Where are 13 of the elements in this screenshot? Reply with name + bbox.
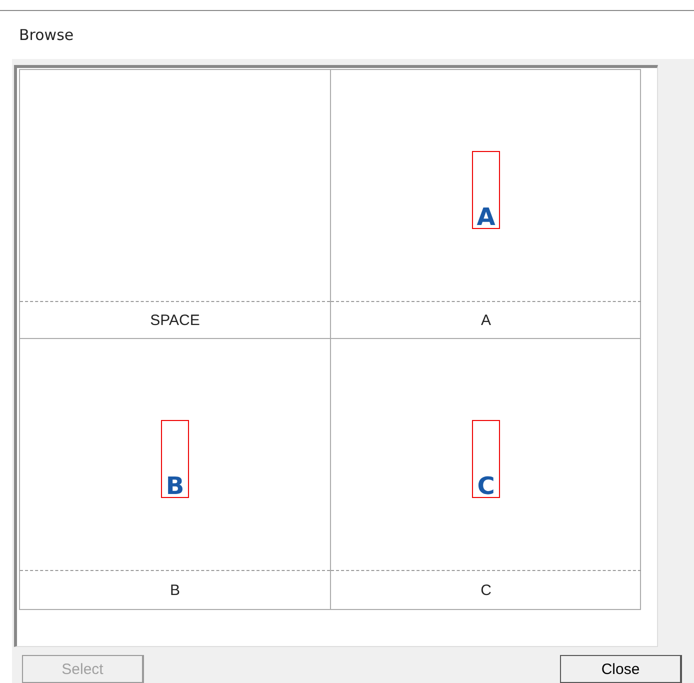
character-cell[interactable]: B B [20, 339, 331, 609]
close-button[interactable]: Close [560, 655, 682, 683]
character-label: A [480, 310, 492, 330]
glyph: B [166, 475, 184, 497]
character-label: B [168, 580, 181, 600]
glyph: A [476, 206, 496, 228]
character-cell[interactable]: C C [331, 339, 641, 609]
character-label: C [480, 580, 492, 600]
window-title: Browse [19, 26, 74, 44]
character-cell[interactable]: SPACE [20, 70, 331, 339]
glyph: C [477, 475, 495, 497]
character-label: SPACE [149, 310, 201, 330]
character-cell[interactable]: A A [331, 70, 641, 339]
